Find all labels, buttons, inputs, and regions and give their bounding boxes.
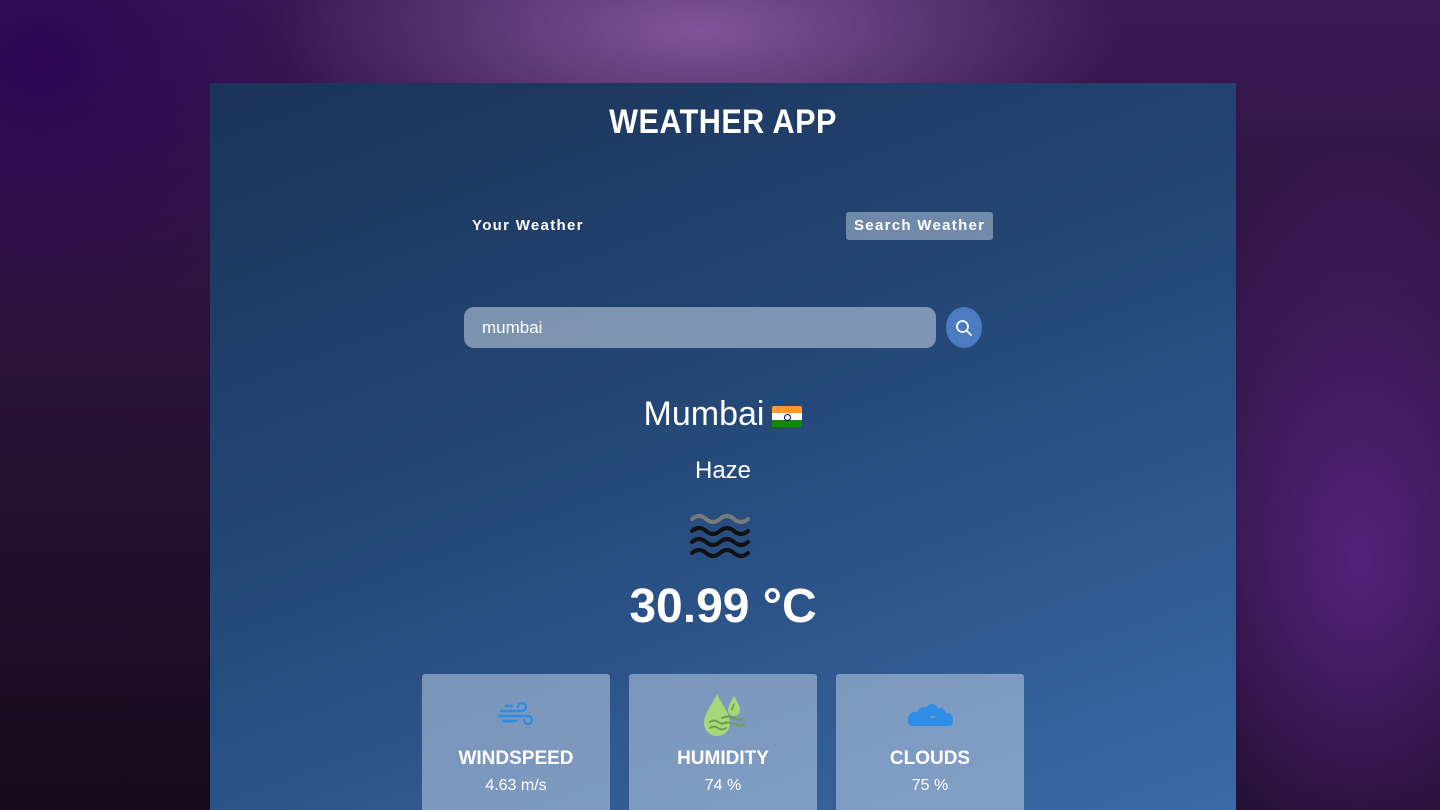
weather-app-card: WEATHER APP Your Weather Search Weather … bbox=[210, 83, 1236, 810]
temperature: 30.99 °C bbox=[629, 580, 817, 633]
humidity-value: 74 % bbox=[704, 777, 742, 794]
city-row: Mumbai bbox=[210, 395, 1236, 434]
tab-search-weather[interactable]: Search Weather bbox=[846, 212, 994, 240]
weather-condition: Haze bbox=[694, 457, 752, 484]
city-name: Mumbai bbox=[643, 395, 765, 433]
windspeed-label: WINDSPEED bbox=[458, 748, 574, 769]
search-input[interactable] bbox=[464, 307, 936, 348]
clouds-icon bbox=[908, 704, 953, 726]
windspeed-value: 4.63 m/s bbox=[485, 777, 547, 794]
humidity-card: HUMIDITY 74 % bbox=[629, 674, 817, 810]
clouds-value: 75 % bbox=[911, 777, 949, 794]
search-button[interactable] bbox=[946, 307, 982, 348]
wind-icon bbox=[498, 702, 534, 726]
search-icon bbox=[956, 319, 972, 336]
windspeed-card: WINDSPEED 4.63 m/s bbox=[422, 674, 610, 810]
india-flag-icon bbox=[772, 405, 803, 428]
humidity-icon bbox=[704, 694, 745, 736]
tab-your-weather[interactable]: Your Weather bbox=[462, 212, 594, 240]
app-title: WEATHER APP bbox=[609, 103, 837, 141]
clouds-label: CLOUDS bbox=[889, 748, 971, 769]
haze-icon bbox=[690, 514, 750, 558]
humidity-label: HUMIDITY bbox=[677, 748, 769, 769]
clouds-card: CLOUDS 75 % bbox=[836, 674, 1024, 810]
